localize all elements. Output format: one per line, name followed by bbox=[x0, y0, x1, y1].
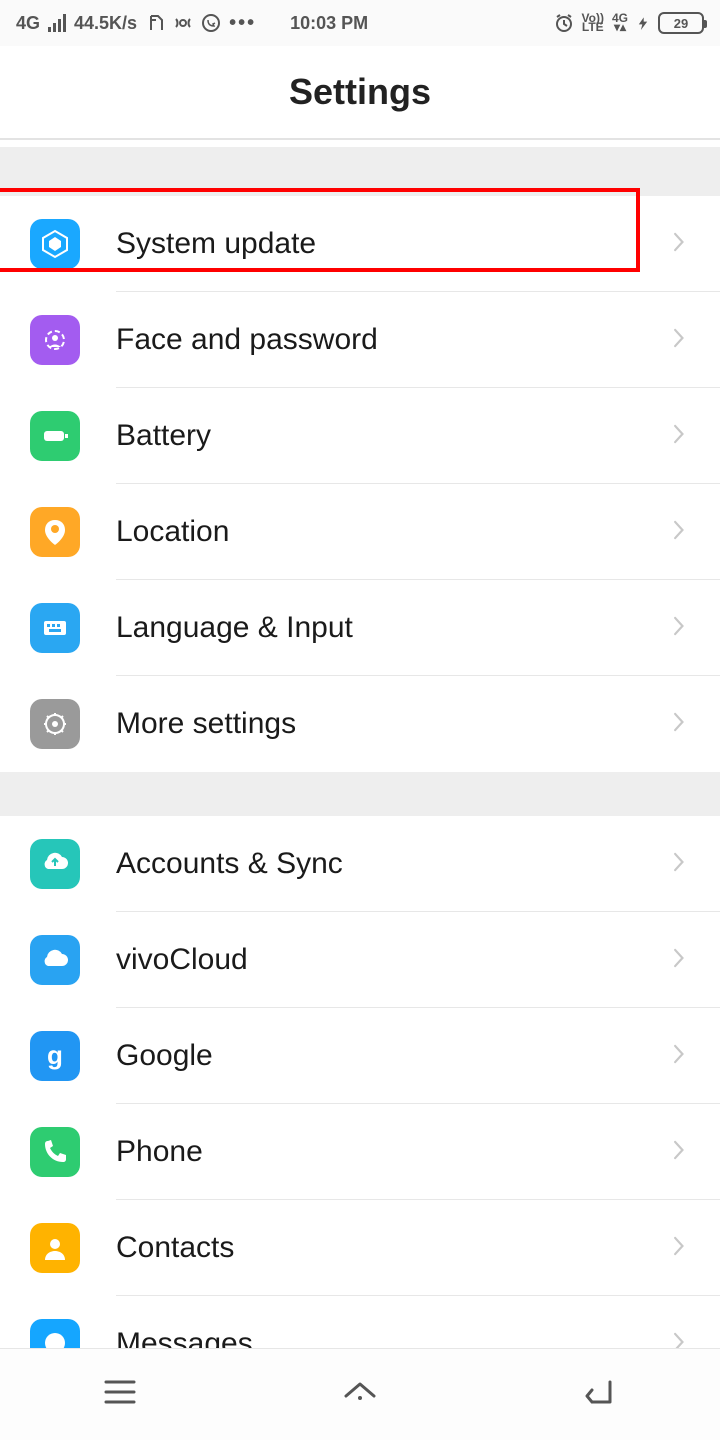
row-label: Battery bbox=[116, 419, 670, 453]
cloud-sync-icon bbox=[30, 839, 80, 889]
row-messages[interactable]: Messages bbox=[0, 1296, 720, 1348]
network-indicator: 4G▾▴ bbox=[612, 14, 628, 32]
row-google[interactable]: Google bbox=[0, 1008, 720, 1104]
row-label: Messages bbox=[116, 1327, 670, 1348]
keyboard-icon bbox=[30, 603, 80, 653]
row-label: More settings bbox=[116, 707, 670, 741]
back-button[interactable] bbox=[580, 1372, 620, 1417]
recents-button[interactable] bbox=[100, 1372, 140, 1417]
status-bar: 4G 44.5K/s ••• 10:03 PM Vo))LTE 4G▾▴ 29 bbox=[0, 0, 720, 46]
row-label: System update bbox=[116, 227, 670, 261]
row-label: Contacts bbox=[116, 1231, 670, 1265]
clock-time: 10:03 PM bbox=[290, 13, 368, 34]
chevron-right-icon bbox=[670, 615, 692, 642]
chevron-right-icon bbox=[670, 1331, 692, 1349]
more-notifications-icon: ••• bbox=[229, 12, 256, 35]
previous-group-peek bbox=[0, 140, 720, 148]
navigation-bar bbox=[0, 1348, 720, 1440]
chevron-right-icon bbox=[670, 231, 692, 258]
face-icon bbox=[30, 315, 80, 365]
battery-indicator: 29 bbox=[658, 12, 704, 34]
chevron-right-icon bbox=[670, 851, 692, 878]
row-label: Location bbox=[116, 515, 670, 549]
row-phone[interactable]: Phone bbox=[0, 1104, 720, 1200]
chevron-right-icon bbox=[670, 519, 692, 546]
chevron-right-icon bbox=[670, 1235, 692, 1262]
row-more-settings[interactable]: More settings bbox=[0, 676, 720, 772]
contact-icon bbox=[30, 1223, 80, 1273]
volte-indicator: Vo))LTE bbox=[582, 14, 604, 32]
vibrate-icon bbox=[173, 13, 193, 33]
alarm-icon bbox=[554, 13, 574, 33]
home-button[interactable] bbox=[340, 1372, 380, 1417]
whatsapp-icon bbox=[201, 13, 221, 33]
chevron-right-icon bbox=[670, 947, 692, 974]
cloud-icon bbox=[30, 935, 80, 985]
row-vivocloud[interactable]: vivoCloud bbox=[0, 912, 720, 1008]
update-icon bbox=[30, 219, 80, 269]
google-icon bbox=[30, 1031, 80, 1081]
page-title: Settings bbox=[0, 46, 720, 140]
row-face-password[interactable]: Face and password bbox=[0, 292, 720, 388]
row-accounts-sync[interactable]: Accounts & Sync bbox=[0, 816, 720, 912]
row-system-update[interactable]: System update bbox=[0, 196, 720, 292]
row-label: Face and password bbox=[116, 323, 670, 357]
row-label: Phone bbox=[116, 1135, 670, 1169]
row-label: vivoCloud bbox=[116, 943, 670, 977]
network-type: 4G bbox=[16, 13, 40, 34]
settings-group: System update Face and password Battery Loc… bbox=[0, 196, 720, 772]
chevron-right-icon bbox=[670, 423, 692, 450]
row-contacts[interactable]: Contacts bbox=[0, 1200, 720, 1296]
chevron-right-icon bbox=[670, 711, 692, 738]
signal-bars-icon bbox=[48, 14, 66, 32]
pin-icon bbox=[30, 507, 80, 557]
row-label: Google bbox=[116, 1039, 670, 1073]
gear-icon bbox=[30, 699, 80, 749]
battery-icon bbox=[30, 411, 80, 461]
charging-icon bbox=[636, 13, 650, 33]
message-icon bbox=[30, 1319, 80, 1348]
data-speed: 44.5K/s bbox=[74, 13, 137, 34]
chevron-right-icon bbox=[670, 1043, 692, 1070]
settings-group: Accounts & Sync vivoCloud Google Phone Conta… bbox=[0, 816, 720, 1348]
row-label: Language & Input bbox=[116, 611, 670, 645]
phone-icon bbox=[30, 1127, 80, 1177]
music-icon bbox=[145, 13, 165, 33]
row-battery[interactable]: Battery bbox=[0, 388, 720, 484]
row-label: Accounts & Sync bbox=[116, 847, 670, 881]
chevron-right-icon bbox=[670, 327, 692, 354]
chevron-right-icon bbox=[670, 1139, 692, 1166]
row-language-input[interactable]: Language & Input bbox=[0, 580, 720, 676]
settings-scroll[interactable]: System update Face and password Battery Loc… bbox=[0, 140, 720, 1348]
row-location[interactable]: Location bbox=[0, 484, 720, 580]
